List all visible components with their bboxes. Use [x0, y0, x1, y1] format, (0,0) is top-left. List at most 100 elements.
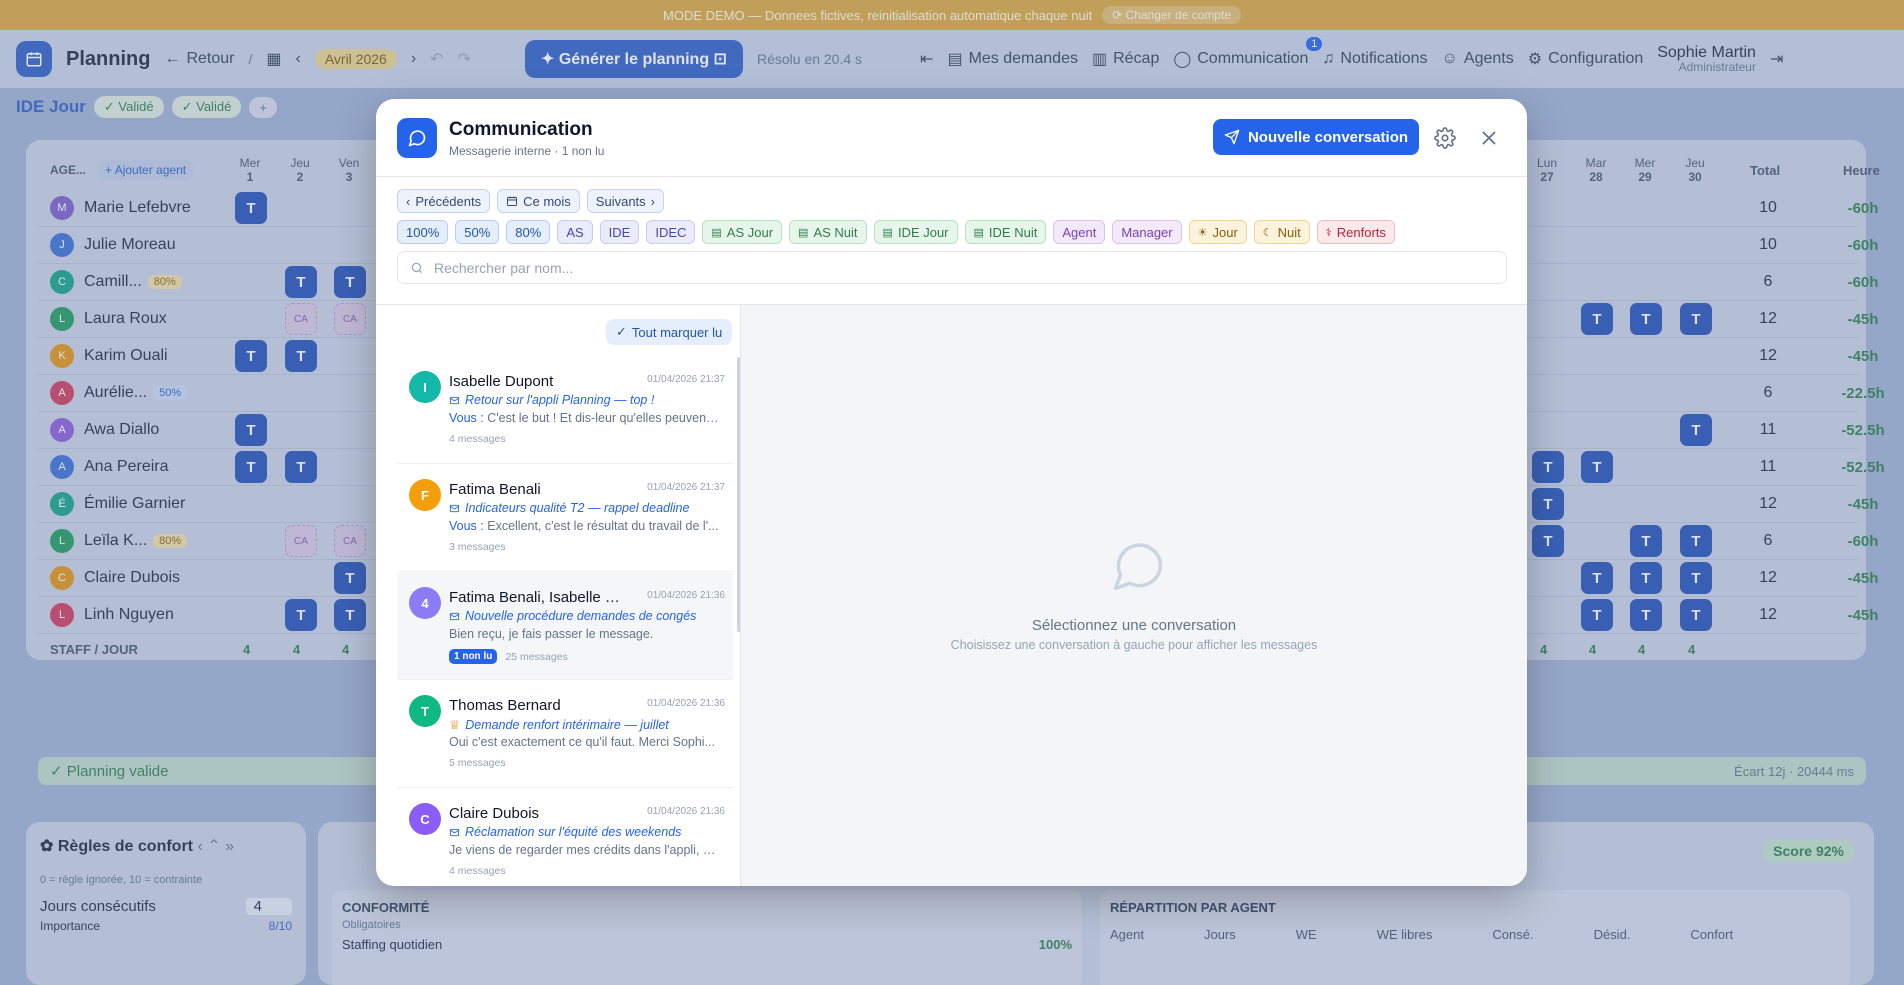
next-label: Suivants — [595, 193, 646, 209]
filter-chip-label: 100% — [406, 224, 440, 240]
filter-chip-label: Renforts — [1336, 224, 1386, 240]
conversation-preview: Oui c'est exactement ce qu'il faut. Merc… — [449, 735, 719, 749]
filter-chip-label: Manager — [1121, 224, 1173, 240]
filter-area: ‹ Précédents Ce mois Suivants › 100% 50% 80%… — [397, 189, 1507, 284]
modal-body: ✓ Tout marquer lu I Isabelle Dupont 01/04/2… — [376, 304, 1527, 886]
preview-text: Bien reçu, je fais passer le message. — [449, 627, 654, 641]
send-icon — [1224, 129, 1240, 145]
chat-bubble-icon — [1113, 543, 1163, 591]
filter-chip-label: Agent — [1062, 224, 1097, 240]
clipboard-icon: ▤ — [882, 226, 893, 239]
preview-text: Excellent, c'est le résultat du travail … — [487, 519, 719, 533]
filter-chip[interactable]: ☾ Nuit — [1253, 220, 1310, 244]
conversation-preview: Vous : Excellent, c'est le résultat du t… — [449, 519, 719, 533]
filter-chip[interactable]: IDE — [599, 220, 640, 244]
filter-chip-label: 80% — [515, 224, 542, 240]
chevron-left-icon: ‹ — [406, 193, 411, 209]
mail-icon — [449, 504, 460, 512]
filter-chip[interactable]: ☀ Jour — [1188, 220, 1247, 244]
filter-chip[interactable]: ▤ IDE Nuit — [964, 220, 1047, 244]
empty-subtitle: Choisissez une conversation à gauche pou… — [950, 638, 1318, 652]
this-month-button[interactable]: Ce mois — [497, 189, 580, 213]
subject-text: Demande renfort intérimaire — juillet — [465, 717, 669, 732]
conversation-list: ✓ Tout marquer lu I Isabelle Dupont 01/04/2… — [397, 305, 741, 886]
conversation-date: 01/04/2026 21:36 — [647, 698, 725, 709]
conversation-name: Fatima Benali, Isabelle D... — [449, 589, 624, 606]
filter-chip-label: IDE — [608, 224, 631, 240]
conversation-meta: 1 non lu 25 messages — [449, 649, 568, 664]
search-input[interactable] — [434, 259, 1474, 276]
message-count: 3 messages — [449, 541, 506, 553]
stethoscope-icon: ⚕ — [1325, 226, 1332, 239]
avatar: C — [409, 803, 441, 835]
empty-conversation-pane: Sélectionnez une conversation Choisissez… — [741, 305, 1527, 886]
previous-period-button[interactable]: ‹ Précédents — [397, 189, 491, 213]
this-month-label: Ce mois — [523, 193, 571, 209]
filter-chips: 100% 50% 80% AS IDE IDEC ▤ AS Jour ▤ AS Nuit ▤ IDE … — [397, 220, 1507, 244]
filter-chip-label: AS — [566, 224, 584, 240]
conversation-preview: Vous : C'est le but ! Et dis-leur qu'ell… — [449, 411, 719, 425]
filter-chip-label: IDE Nuit — [988, 224, 1038, 240]
calendar-icon — [507, 196, 518, 206]
mark-all-read-label: Tout marquer lu — [631, 324, 723, 340]
conversation-subject: ♕ Demande renfort intérimaire — juillet — [449, 717, 724, 733]
subject-text: Nouvelle procédure demandes de congés — [465, 609, 697, 623]
message-count: 4 messages — [449, 433, 506, 445]
previous-label: Précédents — [415, 193, 482, 209]
conversation-item[interactable]: I Isabelle Dupont 01/04/2026 21:37 Retour s… — [397, 357, 733, 464]
filter-chip[interactable]: 100% — [397, 220, 449, 244]
filter-chip[interactable]: IDEC — [646, 220, 696, 244]
chevron-right-icon: › — [650, 193, 656, 209]
clipboard-icon: ▤ — [973, 226, 984, 239]
mail-icon — [449, 396, 460, 404]
conversation-name: Claire Dubois — [449, 805, 540, 822]
preview-prefix: Vous : — [449, 519, 488, 533]
filter-chip[interactable]: AS — [557, 220, 593, 244]
mail-icon — [449, 612, 460, 620]
conversation-meta: 3 messages — [449, 541, 506, 553]
filter-chip[interactable]: Manager — [1112, 220, 1182, 244]
subject-text: Réclamation sur l'équité des weekends — [465, 825, 682, 839]
conversation-subject: Retour sur l'appli Planning — top ! — [449, 393, 724, 407]
empty-title: Sélectionnez une conversation — [1031, 617, 1237, 634]
conversation-item[interactable]: F Fatima Benali 01/04/2026 21:37 Indicateur… — [397, 465, 733, 572]
filter-chip-label: IDEC — [655, 224, 687, 240]
filter-chip[interactable]: ▤ AS Nuit — [789, 220, 867, 244]
conversation-date: 01/04/2026 21:36 — [647, 590, 725, 601]
modal-subtitle: Messagerie interne · 1 non lu — [449, 144, 605, 158]
modal-header: Communication Messagerie interne · 1 non… — [376, 99, 1527, 177]
period-nav: ‹ Précédents Ce mois Suivants › — [397, 189, 1507, 213]
close-icon[interactable] — [1478, 127, 1500, 149]
filter-chip[interactable]: ⚕ Renforts — [1316, 220, 1395, 244]
avatar: T — [409, 695, 441, 727]
conversation-item[interactable]: C Claire Dubois 01/04/2026 21:36 Réclamatio… — [397, 789, 733, 886]
double-check-icon: ✓ — [616, 324, 627, 339]
conversation-subject: Indicateurs qualité T2 — rappel deadline — [449, 501, 724, 515]
filter-chip-label: Nuit — [1277, 224, 1301, 240]
next-period-button[interactable]: Suivants › — [586, 189, 665, 213]
conversation-item[interactable]: T Thomas Bernard 01/04/2026 21:36 ♕ Demande … — [397, 681, 733, 788]
filter-chip[interactable]: Agent — [1053, 220, 1106, 244]
message-count: 5 messages — [449, 757, 506, 769]
unread-badge: 1 non lu — [449, 649, 498, 664]
filter-chip[interactable]: 80% — [506, 220, 551, 244]
conversation-meta: 5 messages — [449, 757, 506, 769]
filter-chip[interactable]: ▤ IDE Jour — [873, 220, 958, 244]
conversation-item[interactable]: 4 Fatima Benali, Isabelle D... 01/04/2026 … — [397, 573, 733, 680]
filter-chip[interactable]: 50% — [455, 220, 500, 244]
settings-gear-icon[interactable] — [1434, 127, 1456, 149]
mark-all-read-button[interactable]: ✓ Tout marquer lu — [606, 319, 733, 345]
conversation-name: Isabelle Dupont — [449, 373, 554, 390]
new-conversation-label: Nouvelle conversation — [1247, 128, 1409, 146]
avatar: F — [409, 479, 441, 511]
communication-modal: Communication Messagerie interne · 1 non… — [376, 99, 1527, 886]
conversation-subject: Nouvelle procédure demandes de congés — [449, 609, 724, 623]
filter-chip[interactable]: ▤ AS Jour — [702, 220, 783, 244]
new-conversation-button[interactable]: Nouvelle conversation — [1213, 119, 1419, 155]
filter-chip-label: 50% — [464, 224, 491, 240]
trophy-icon: ♕ — [449, 718, 461, 732]
filter-chip-label: AS Nuit — [813, 224, 858, 240]
filter-chip-label: IDE Jour — [897, 224, 949, 240]
avatar: I — [409, 371, 441, 403]
filter-chip-label: Jour — [1212, 224, 1238, 240]
